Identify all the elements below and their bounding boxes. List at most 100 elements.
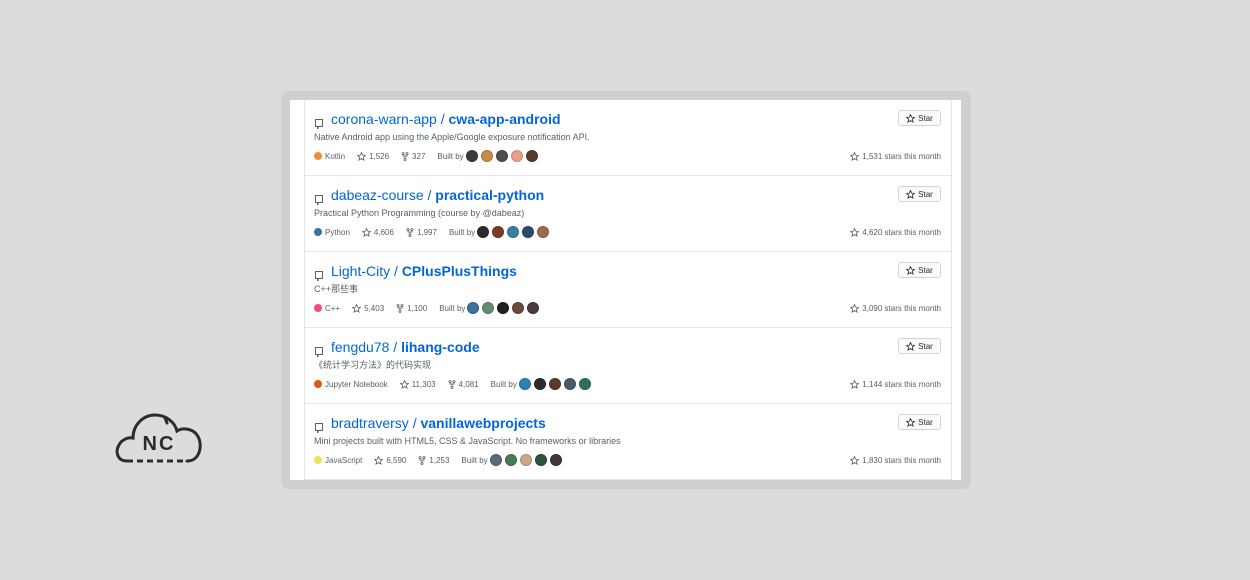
repo-language: Kotlin: [314, 152, 345, 161]
contributor-avatar[interactable]: [578, 378, 591, 390]
repo-icon: [315, 420, 323, 433]
language-name: Kotlin: [325, 151, 346, 161]
forks-link[interactable]: 1,997: [406, 228, 437, 237]
star-count: 4,606: [373, 227, 394, 237]
repo-row: dabeaz-course / practical-python Practic…: [305, 176, 951, 252]
repo-separator: /: [389, 339, 402, 355]
contributor-avatar[interactable]: [467, 302, 480, 314]
stargazers-link[interactable]: 4,606: [361, 227, 394, 237]
contributor-avatar[interactable]: [510, 150, 523, 162]
contributor-avatar[interactable]: [504, 454, 517, 466]
repo-name: practical-python: [435, 187, 545, 203]
contributor-avatars: [465, 150, 541, 162]
stargazers-link[interactable]: 5,403: [352, 303, 384, 313]
star-icon: [361, 227, 371, 237]
contributor-avatar[interactable]: [477, 226, 490, 238]
contributor-avatar[interactable]: [480, 150, 493, 162]
repo-meta: JavaScript 6,590 1,253 Built by: [314, 453, 577, 467]
star-button-label: Star: [918, 113, 933, 123]
language-name: JavaScript: [325, 455, 363, 465]
star-icon: [399, 379, 409, 389]
built-by: Built by: [491, 378, 594, 390]
repo-description: Native Android app using the Apple/Googl…: [314, 132, 590, 142]
repo-list: corona-warn-app / cwa-app-android Native…: [304, 100, 952, 480]
repo-link[interactable]: fengdu78 / lihang-code: [331, 338, 480, 356]
repo-link[interactable]: Light-City / CPlusPlusThings: [331, 262, 517, 280]
contributor-avatar[interactable]: [527, 302, 540, 314]
repo-separator: /: [436, 111, 449, 127]
forks-link[interactable]: 1,253: [418, 456, 449, 465]
stargazers-link[interactable]: 6,590: [374, 455, 406, 465]
repo-row: bradtraversy / vanillawebprojects Mini p…: [305, 404, 951, 480]
stargazers-link[interactable]: 11,303: [399, 379, 436, 389]
built-by-label: Built by: [439, 303, 466, 313]
repo-separator: /: [390, 263, 402, 279]
language-color-dot: [314, 456, 322, 464]
language-color-dot: [314, 152, 322, 160]
built-by-label: Built by: [437, 151, 464, 161]
fork-icon: [418, 455, 426, 465]
star-icon: [850, 379, 860, 389]
contributor-avatar[interactable]: [495, 150, 508, 162]
built-by: Built by: [437, 150, 540, 162]
stars-this-month: 1,531 stars this month: [850, 149, 941, 163]
star-button[interactable]: Star: [898, 262, 941, 278]
contributor-avatar[interactable]: [507, 226, 520, 238]
nc-logo-text: NC: [143, 433, 176, 455]
built-by-label: Built by: [448, 227, 476, 237]
star-button-label: Star: [918, 189, 933, 199]
repo-link[interactable]: bradtraversy / vanillawebprojects: [331, 414, 546, 432]
repo-row: corona-warn-app / cwa-app-android Native…: [305, 100, 951, 176]
trending-panel: corona-warn-app / cwa-app-android Native…: [290, 100, 961, 480]
star-button[interactable]: Star: [898, 338, 941, 354]
repo-icon: [315, 344, 323, 357]
contributor-avatar[interactable]: [548, 378, 561, 390]
contributor-avatar[interactable]: [563, 378, 576, 390]
contributor-avatar[interactable]: [534, 454, 547, 466]
contributor-avatar[interactable]: [518, 378, 531, 390]
contributor-avatars: [489, 454, 565, 466]
contributor-avatar[interactable]: [512, 302, 525, 314]
repo-description: 《统计学习方法》的代码实现: [314, 360, 432, 370]
contributor-avatar[interactable]: [519, 454, 532, 466]
star-button[interactable]: Star: [898, 110, 941, 126]
star-icon: [850, 455, 860, 465]
forks-link[interactable]: 327: [401, 152, 425, 161]
forks-link[interactable]: 1,100: [396, 304, 427, 313]
repo-meta: Jupyter Notebook 11,303 4,081 Built by: [314, 377, 606, 391]
repo-language: JavaScript: [314, 456, 362, 465]
repo-owner: fengdu78: [331, 339, 390, 355]
repo-name: lihang-code: [401, 339, 480, 355]
repo-owner: corona-warn-app: [331, 111, 437, 127]
repo-icon: [315, 192, 323, 205]
star-button[interactable]: Star: [898, 414, 941, 430]
contributor-avatar[interactable]: [525, 150, 538, 162]
contributor-avatar[interactable]: [533, 378, 546, 390]
repo-link[interactable]: dabeaz-course / practical-python: [331, 186, 544, 204]
fork-count: 1,253: [429, 455, 450, 465]
repo-name: vanillawebprojects: [420, 415, 546, 431]
forks-link[interactable]: 4,081: [448, 380, 479, 389]
stargazers-link[interactable]: 1,526: [357, 151, 390, 161]
repo-icon: [315, 116, 323, 129]
contributor-avatar[interactable]: [549, 454, 562, 466]
stars-this-month-text: 1,144 stars this month: [862, 379, 941, 389]
stars-this-month-text: 3,090 stars this month: [862, 303, 941, 313]
contributor-avatar[interactable]: [492, 226, 505, 238]
contributor-avatars: [518, 378, 594, 390]
contributor-avatar[interactable]: [465, 150, 478, 162]
language-name: Python: [325, 227, 350, 237]
contributor-avatar[interactable]: [489, 454, 502, 466]
repo-description: Mini projects built with HTML5, CSS & Ja…: [314, 436, 621, 446]
contributor-avatar[interactable]: [537, 226, 550, 238]
repo-owner: bradtraversy: [331, 415, 409, 431]
star-count: 1,526: [369, 151, 390, 161]
contributor-avatar[interactable]: [497, 302, 510, 314]
contributor-avatar[interactable]: [482, 302, 495, 314]
language-color-dot: [314, 228, 322, 236]
star-button[interactable]: Star: [898, 186, 941, 202]
star-icon: [374, 455, 384, 465]
stars-this-month: 1,144 stars this month: [850, 377, 941, 391]
contributor-avatar[interactable]: [522, 226, 535, 238]
repo-link[interactable]: corona-warn-app / cwa-app-android: [331, 110, 561, 128]
